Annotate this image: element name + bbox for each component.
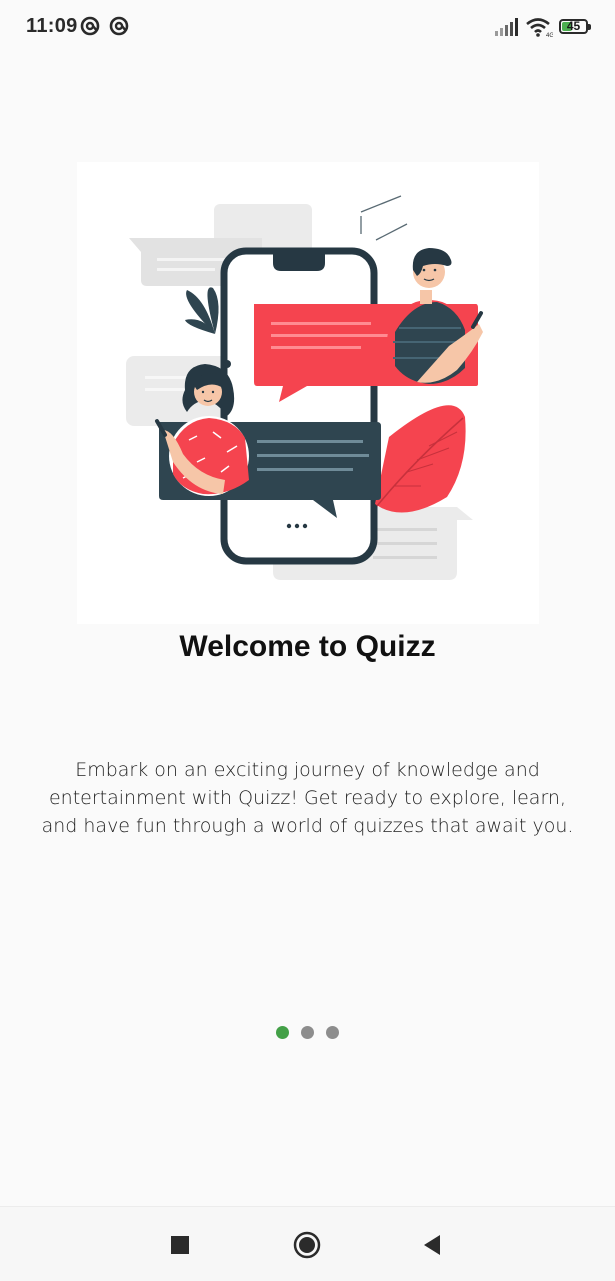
home-circle-icon[interactable] xyxy=(293,1231,321,1259)
page-dot-2[interactable] xyxy=(301,1026,314,1039)
svg-text:4G: 4G xyxy=(546,33,553,38)
battery-tip xyxy=(588,24,591,30)
system-nav-bar xyxy=(0,1206,615,1281)
onboarding-title: Welcome to Quizz xyxy=(179,630,436,663)
wifi-icon: 4G xyxy=(526,18,553,38)
back-triangle-icon[interactable] xyxy=(419,1231,447,1259)
status-bar: 11:09 4G 45 xyxy=(0,0,615,54)
recents-square-icon[interactable] xyxy=(166,1231,194,1259)
at-sign-icon xyxy=(80,16,100,36)
page-indicator xyxy=(0,1026,615,1039)
onboarding-illustration xyxy=(77,162,539,624)
signal-icon xyxy=(495,18,518,36)
battery-level: 45 xyxy=(566,19,581,33)
page-dot-3[interactable] xyxy=(326,1026,339,1039)
at-sign-icon xyxy=(109,16,129,36)
battery-icon: 45 xyxy=(559,19,588,34)
status-time: 11:09 xyxy=(26,15,78,37)
onboarding-description: Embark on an exciting journey of knowled… xyxy=(41,759,574,837)
page-dot-1[interactable] xyxy=(276,1026,289,1039)
status-right-group: 4G 45 xyxy=(495,14,593,40)
